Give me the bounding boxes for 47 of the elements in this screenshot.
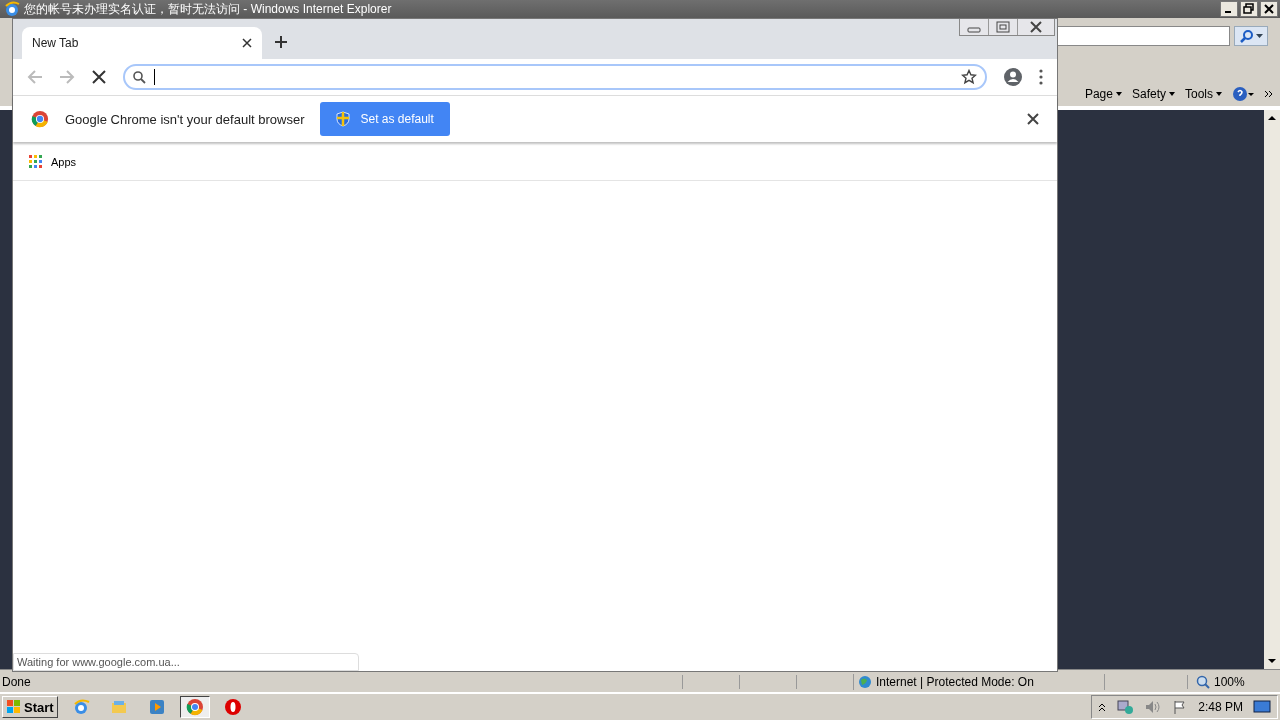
close-icon[interactable] [1027,113,1039,125]
close-icon[interactable] [242,38,252,48]
browser-icon [185,698,204,716]
circle-logo-icon [223,698,242,716]
shield-icon [336,111,351,127]
star-icon[interactable] [961,69,977,85]
folder-icon [109,698,128,716]
zoom-icon[interactable] [1196,675,1210,689]
new-tab-icon[interactable] [274,35,288,49]
taskbar-button[interactable] [179,696,210,718]
browser-tab[interactable]: New Tab [22,27,262,59]
bookmark-item[interactable]: Apps [29,155,77,169]
command-menu[interactable]: Safety [1131,87,1175,101]
security-zone: Internet | Protected Mode: On [876,675,1034,689]
search-button[interactable] [1234,26,1268,46]
apps-grid-icon [29,155,43,169]
search-icon [133,70,146,84]
clock[interactable]: 2:48 PM [1198,700,1243,714]
zoom-level[interactable]: 100% [1214,675,1245,689]
command-menu[interactable]: Tools [1185,87,1222,101]
windows-logo-icon [6,699,22,715]
chevron-icon[interactable] [1264,89,1274,99]
close-icon[interactable] [1260,1,1278,17]
play-icon [147,698,166,716]
globe-icon [858,675,872,689]
show-desktop-icon[interactable] [1253,699,1271,715]
status-bubble: Waiting for www.google.com.ua... [13,653,359,671]
caret-icon [1255,34,1263,38]
help-icon[interactable] [1232,86,1254,102]
set-default-button[interactable]: Set as default [320,102,450,136]
chevron-up-icon[interactable] [1098,702,1107,712]
tab-title: New Tab [32,36,79,50]
search-field[interactable] [1056,26,1230,46]
command-menu[interactable]: Page [1084,87,1122,101]
ie-logo-icon [4,1,20,17]
stop-icon[interactable] [91,69,107,85]
account-icon[interactable] [1003,67,1023,87]
menu-icon[interactable] [1039,69,1043,85]
start-button[interactable]: Start [2,696,58,718]
window-title: 您的帐号未办理实名认证，暂时无法访问 - Windows Internet Explorer [24,0,392,18]
status-text: Done [1,675,32,689]
minimize-icon[interactable] [1220,1,1238,17]
network-icon[interactable] [1116,699,1135,715]
infobar-message: Google Chrome isn't your default browser [65,111,305,127]
search-icon [1239,29,1254,43]
restore-icon[interactable] [1240,1,1258,17]
chrome-logo-icon [31,110,49,128]
